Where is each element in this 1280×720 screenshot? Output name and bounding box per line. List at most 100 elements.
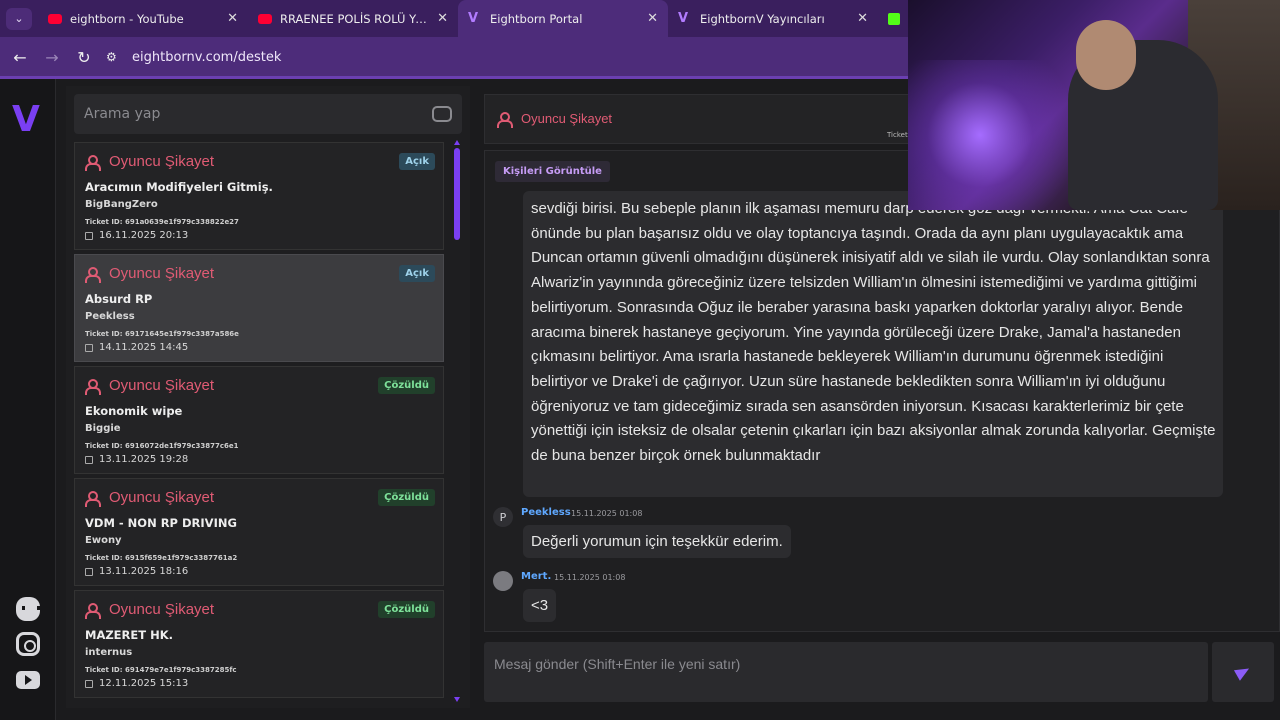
browser-tab[interactable]: V EightbornV Yayıncıları ✕ <box>668 0 878 37</box>
ticket-category: Oyuncu Şikayet <box>109 489 215 506</box>
background-light <box>908 60 1088 210</box>
ticket-list-panel: Arama yap Oyuncu Şikayet Açık Aracımın M… <box>66 86 470 708</box>
browser-tab-active[interactable]: V Eightborn Portal ✕ <box>458 0 668 37</box>
youtube-icon <box>48 13 62 24</box>
ticket-id: Ticket ID: 6916072de1f979c33877c6e1 <box>85 442 239 450</box>
ticket-card-selected[interactable]: Oyuncu Şikayet Açık Absurd RP Peekless T… <box>74 254 444 362</box>
ticket-user: Biggie <box>85 423 121 434</box>
kick-icon <box>888 12 900 25</box>
scrollbar[interactable] <box>454 140 460 702</box>
ticket-card[interactable]: Oyuncu Şikayet Çözüldü Ekonomik wipe Big… <box>74 366 444 474</box>
ticket-category: Oyuncu Şikayet <box>109 153 215 170</box>
ticket-date: 12.11.2025 15:13 <box>99 678 189 689</box>
streamer-head <box>1076 20 1136 90</box>
back-arrow-icon[interactable]: ← <box>4 48 36 67</box>
scroll-up-icon[interactable] <box>454 140 460 145</box>
v-logo-icon: V <box>678 11 689 26</box>
ticket-id: Ticket ID: 691479e7e1f979c3387285fc <box>85 666 237 674</box>
search-input[interactable]: Arama yap <box>74 94 462 134</box>
ticket-date: 13.11.2025 19:28 <box>99 454 189 465</box>
browser-tab[interactable]: eightborn - YouTube ✕ <box>38 0 248 37</box>
message-placeholder: Mesaj gönder (Shift+Enter ile yeni satır… <box>494 656 741 672</box>
url-box[interactable]: ⚙ eightbornv.com/destek <box>106 42 281 72</box>
ticket-id: Ticket ID: 691a0639e1f979c338822e27 <box>85 218 239 226</box>
ticket-user: BigBangZero <box>85 199 158 210</box>
status-badge: Açık <box>399 265 435 282</box>
ticket-subject: MAZERET HK. <box>85 628 174 642</box>
ticket-label: Ticket <box>887 131 908 139</box>
ticket-user: Peekless <box>85 311 135 322</box>
tab-title: EightbornV Yayıncıları <box>700 11 825 26</box>
status-badge: Çözüldü <box>378 489 435 506</box>
ticket-list: Oyuncu Şikayet Açık Aracımın Modifiyeler… <box>74 142 444 702</box>
v-logo-icon: V <box>468 11 479 26</box>
chevron-down-icon: ⌄ <box>14 12 24 25</box>
send-icon <box>1233 663 1253 681</box>
ticket-subject: VDM - NON RP DRIVING <box>85 516 237 530</box>
ticket-subject: Aracımın Modifiyeleri Gitmiş. <box>85 180 273 194</box>
message-time: 15.11.2025 01:08 <box>571 509 643 518</box>
instagram-icon[interactable] <box>16 632 40 656</box>
ticket-category: Oyuncu Şikayet <box>109 265 215 282</box>
ticket-card[interactable]: Oyuncu Şikayet Çözüldü MAZERET HK. inter… <box>74 590 444 698</box>
reload-icon[interactable]: ↻ <box>68 48 100 67</box>
user-alert-icon <box>497 111 513 128</box>
calendar-icon <box>85 343 93 352</box>
ticket-id: Ticket ID: 6915f659e1f979c3387761a2 <box>85 554 238 562</box>
scrollbar-thumb[interactable] <box>454 148 460 240</box>
status-badge: Açık <box>399 153 435 170</box>
ticket-card[interactable]: Oyuncu Şikayet Açık Aracımın Modifiyeler… <box>74 142 444 250</box>
message-bubble: <3 <box>523 589 557 622</box>
portal-logo[interactable]: V <box>12 99 40 140</box>
scroll-down-icon[interactable] <box>454 697 460 702</box>
message-author[interactable]: Mert. <box>521 571 551 582</box>
webcam-overlay <box>908 0 1280 210</box>
status-badge: Çözüldü <box>378 601 435 618</box>
message-bubble: Değerli yorumun için teşekkür ederim. <box>523 525 791 558</box>
url-text[interactable]: eightbornv.com/destek <box>132 50 281 65</box>
ticket-category: Oyuncu Şikayet <box>109 377 215 394</box>
message-bubble: sevdiği birisi. Bu sebeple planın ilk aş… <box>523 191 1223 497</box>
ticket-user: Ewony <box>85 535 122 546</box>
close-icon[interactable]: ✕ <box>437 11 448 26</box>
close-icon[interactable]: ✕ <box>857 11 868 26</box>
keyboard-icon <box>432 106 452 122</box>
calendar-icon <box>85 567 93 576</box>
calendar-icon <box>85 679 93 688</box>
ticket-date: 13.11.2025 18:16 <box>99 566 189 577</box>
ticket-subject: Ekonomik wipe <box>85 404 183 418</box>
ticket-date: 14.11.2025 14:45 <box>99 342 189 353</box>
send-button[interactable] <box>1212 642 1274 702</box>
ticket-card[interactable]: Oyuncu Şikayet Çözüldü VDM - NON RP DRIV… <box>74 478 444 586</box>
avatar: P <box>493 507 513 527</box>
close-icon[interactable]: ✕ <box>647 11 658 26</box>
forward-arrow-icon[interactable]: → <box>36 48 68 67</box>
tab-search-button[interactable]: ⌄ <box>6 7 32 30</box>
ticket-user: internus <box>85 647 133 658</box>
ticket-date: 16.11.2025 20:13 <box>99 230 189 241</box>
message-input[interactable]: Mesaj gönder (Shift+Enter ile yeni satır… <box>484 642 1208 702</box>
ticket-subject: Absurd RP <box>85 292 153 306</box>
discord-icon[interactable] <box>16 597 40 621</box>
search-placeholder: Arama yap <box>84 106 161 122</box>
user-alert-icon <box>85 602 101 619</box>
tab-title: RRAENEE POLİS ROLÜ YAPIYOR <box>280 11 430 26</box>
view-people-button[interactable]: Kişileri Görüntüle <box>495 161 610 182</box>
ticket-category: Oyuncu Şikayet <box>109 601 215 618</box>
chat-thread: Kişileri Görüntüle sevdiği birisi. Bu se… <box>484 150 1280 632</box>
message-author[interactable]: Peekless <box>521 507 571 518</box>
youtube-icon[interactable] <box>16 671 40 689</box>
site-settings-icon[interactable]: ⚙ <box>106 50 126 64</box>
close-icon[interactable]: ✕ <box>227 11 238 26</box>
tab-title: eightborn - YouTube <box>70 11 184 26</box>
calendar-icon <box>85 455 93 464</box>
user-alert-icon <box>85 154 101 171</box>
browser-tab[interactable]: RRAENEE POLİS ROLÜ YAPIYOR ✕ <box>248 0 458 37</box>
user-alert-icon <box>85 266 101 283</box>
ticket-id: Ticket ID: 69171645e1f979c3387a586e <box>85 330 239 338</box>
left-rail: V <box>0 79 56 720</box>
message-text: sevdiği birisi. Bu sebeple planın ilk aş… <box>531 200 1216 465</box>
user-alert-icon <box>85 378 101 395</box>
youtube-icon <box>258 13 272 24</box>
status-badge: Çözüldü <box>378 377 435 394</box>
